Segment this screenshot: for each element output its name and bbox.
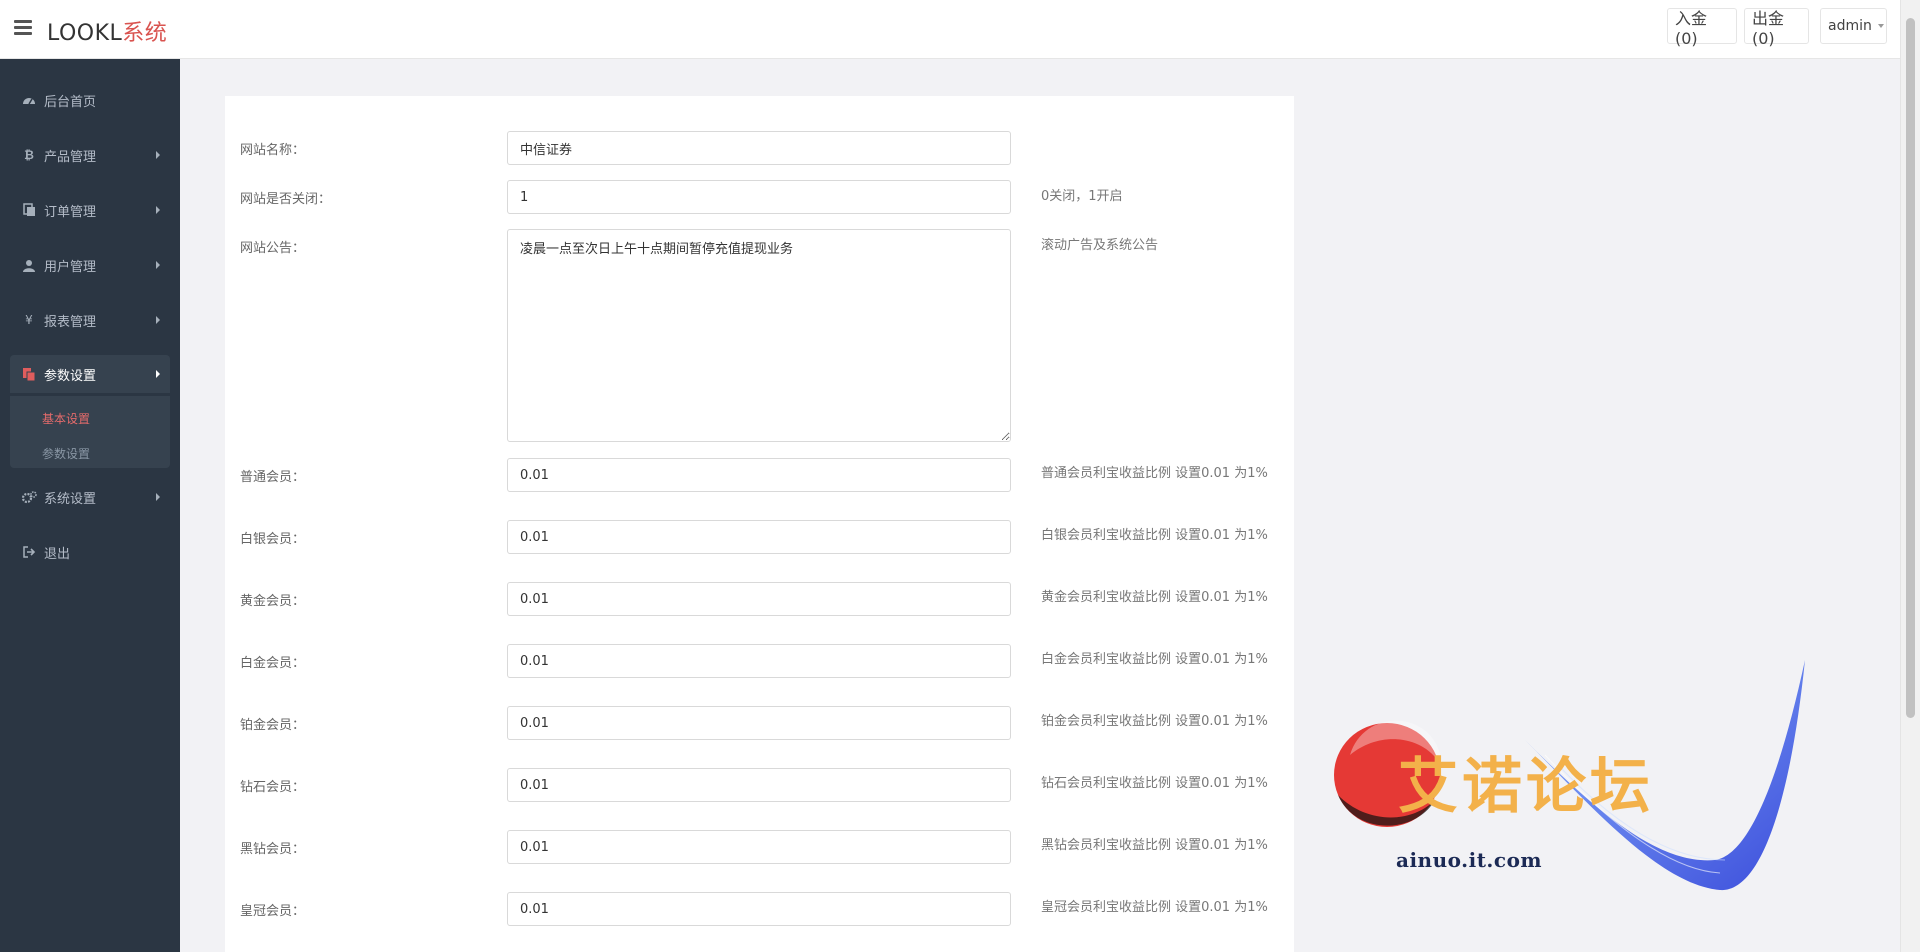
member-crown-help: 皇冠会员利宝收益比例 设置0.01 为1% [1041,900,1268,915]
sidebar-item-label: 后台首页 [44,94,97,110]
member-crown-label: 皇冠会员： [240,904,306,919]
top-header: LOOKL系统 入金(0) 出金(0) admin [0,0,1900,59]
brand-main: LOOKL [47,21,123,46]
member-black-diamond-help: 黑钻会员利宝收益比例 设置0.01 为1% [1041,838,1268,853]
member-diamond-help: 钻石会员利宝收益比例 设置0.01 为1% [1041,776,1268,791]
member-gold-help: 黄金会员利宝收益比例 设置0.01 为1% [1041,590,1268,605]
member-silver-input[interactable] [507,520,1011,554]
yen-icon: ¥ [25,313,33,327]
user-menu-button[interactable]: admin [1820,8,1887,44]
member-pt-help: 铂金会员利宝收益比例 设置0.01 为1% [1041,714,1268,729]
sidebar: 后台首页 ₿ 产品管理 订单管理 用户管理 ¥ 报表管理 参数设置 基本设置 参… [0,59,180,952]
member-platinum-help: 白金会员利宝收益比例 设置0.01 为1% [1041,652,1268,667]
member-platinum-label: 白金会员： [240,656,306,671]
member-platinum-input[interactable] [507,644,1011,678]
sidebar-item-reports[interactable]: ¥ 报表管理 [10,301,170,339]
site-name-input[interactable] [507,131,1011,165]
site-notice-help: 滚动广告及系统公告 [1041,238,1159,253]
caret-right-icon [156,151,160,159]
dashboard-icon [20,94,38,106]
brand-logo[interactable]: LOOKL系统 [47,15,167,47]
site-notice-textarea[interactable]: 凌晨一点至次日上午十点期间暂停充值提现业务 [507,229,1011,442]
submenu-item-param-settings[interactable]: 参数设置 [42,445,90,462]
caret-right-icon [156,370,160,378]
sidebar-item-products[interactable]: ₿ 产品管理 [10,136,170,174]
member-pt-input[interactable] [507,706,1011,740]
site-name-label: 网站名称： [240,143,306,158]
site-notice-label: 网站公告： [240,241,306,256]
brand-accent: 系统 [122,21,168,46]
member-crown-input[interactable] [507,892,1011,926]
sidebar-item-params[interactable]: 参数设置 [10,355,170,393]
sidebar-item-dashboard[interactable]: 后台首页 [10,81,170,119]
params-submenu: 基本设置 参数设置 [10,396,170,468]
member-normal-input[interactable] [507,458,1011,492]
member-normal-help: 普通会员利宝收益比例 设置0.01 为1% [1041,466,1268,481]
site-closed-input[interactable] [507,180,1011,214]
submenu-item-basic-settings[interactable]: 基本设置 [42,410,90,427]
member-silver-label: 白银会员： [240,532,306,547]
member-diamond-input[interactable] [507,768,1011,802]
member-gold-label: 黄金会员： [240,594,306,609]
sidebar-item-users[interactable]: 用户管理 [10,246,170,284]
scrollbar-thumb[interactable] [1906,18,1915,718]
copy-icon [20,203,38,217]
sidebar-item-label: 订单管理 [44,204,97,220]
member-silver-help: 白银会员利宝收益比例 设置0.01 为1% [1041,528,1268,543]
site-closed-label: 网站是否关闭： [240,192,332,207]
watermark-text: 艾诺论坛 [1398,752,1654,822]
bitcoin-icon: ₿ [24,148,34,162]
member-black-diamond-input[interactable] [507,830,1011,864]
caret-down-icon [1877,24,1884,28]
caret-right-icon [156,316,160,324]
sidebar-item-label: 退出 [44,546,71,562]
sidebar-item-label: 用户管理 [44,259,97,275]
sidebar-item-label: 系统设置 [44,491,97,507]
files-icon [20,367,38,382]
sidebar-item-label: 报表管理 [44,314,97,330]
withdraw-button[interactable]: 出金(0) [1744,8,1809,48]
page-scrollbar[interactable] [1900,0,1920,952]
user-icon [20,259,38,272]
member-pt-label: 铂金会员： [240,718,306,733]
deposit-button[interactable]: 入金(0) [1667,8,1737,48]
sidebar-item-label: 参数设置 [44,368,97,384]
sidebar-item-logout[interactable]: 退出 [10,533,170,571]
caret-right-icon [156,261,160,269]
member-black-diamond-label: 黑钻会员： [240,842,306,857]
member-normal-label: 普通会员： [240,470,306,485]
sidebar-item-label: 产品管理 [44,149,97,165]
sidebar-item-system[interactable]: 系统设置 [10,478,170,516]
user-name: admin [1828,18,1872,34]
site-closed-help: 0关闭，1开启 [1041,189,1123,204]
gears-icon [20,490,38,504]
settings-form-panel: 网站名称： 网站是否关闭： 0关闭，1开启 网站公告： 凌晨一点至次日上午十点期… [225,96,1294,952]
sidebar-item-orders[interactable]: 订单管理 [10,191,170,229]
menu-toggle-icon[interactable] [14,20,32,36]
member-diamond-label: 钻石会员： [240,780,306,795]
sign-out-icon [20,546,38,558]
watermark-url: ainuo.it.com [1396,848,1543,872]
caret-right-icon [156,206,160,214]
caret-right-icon [156,493,160,501]
member-gold-input[interactable] [507,582,1011,616]
